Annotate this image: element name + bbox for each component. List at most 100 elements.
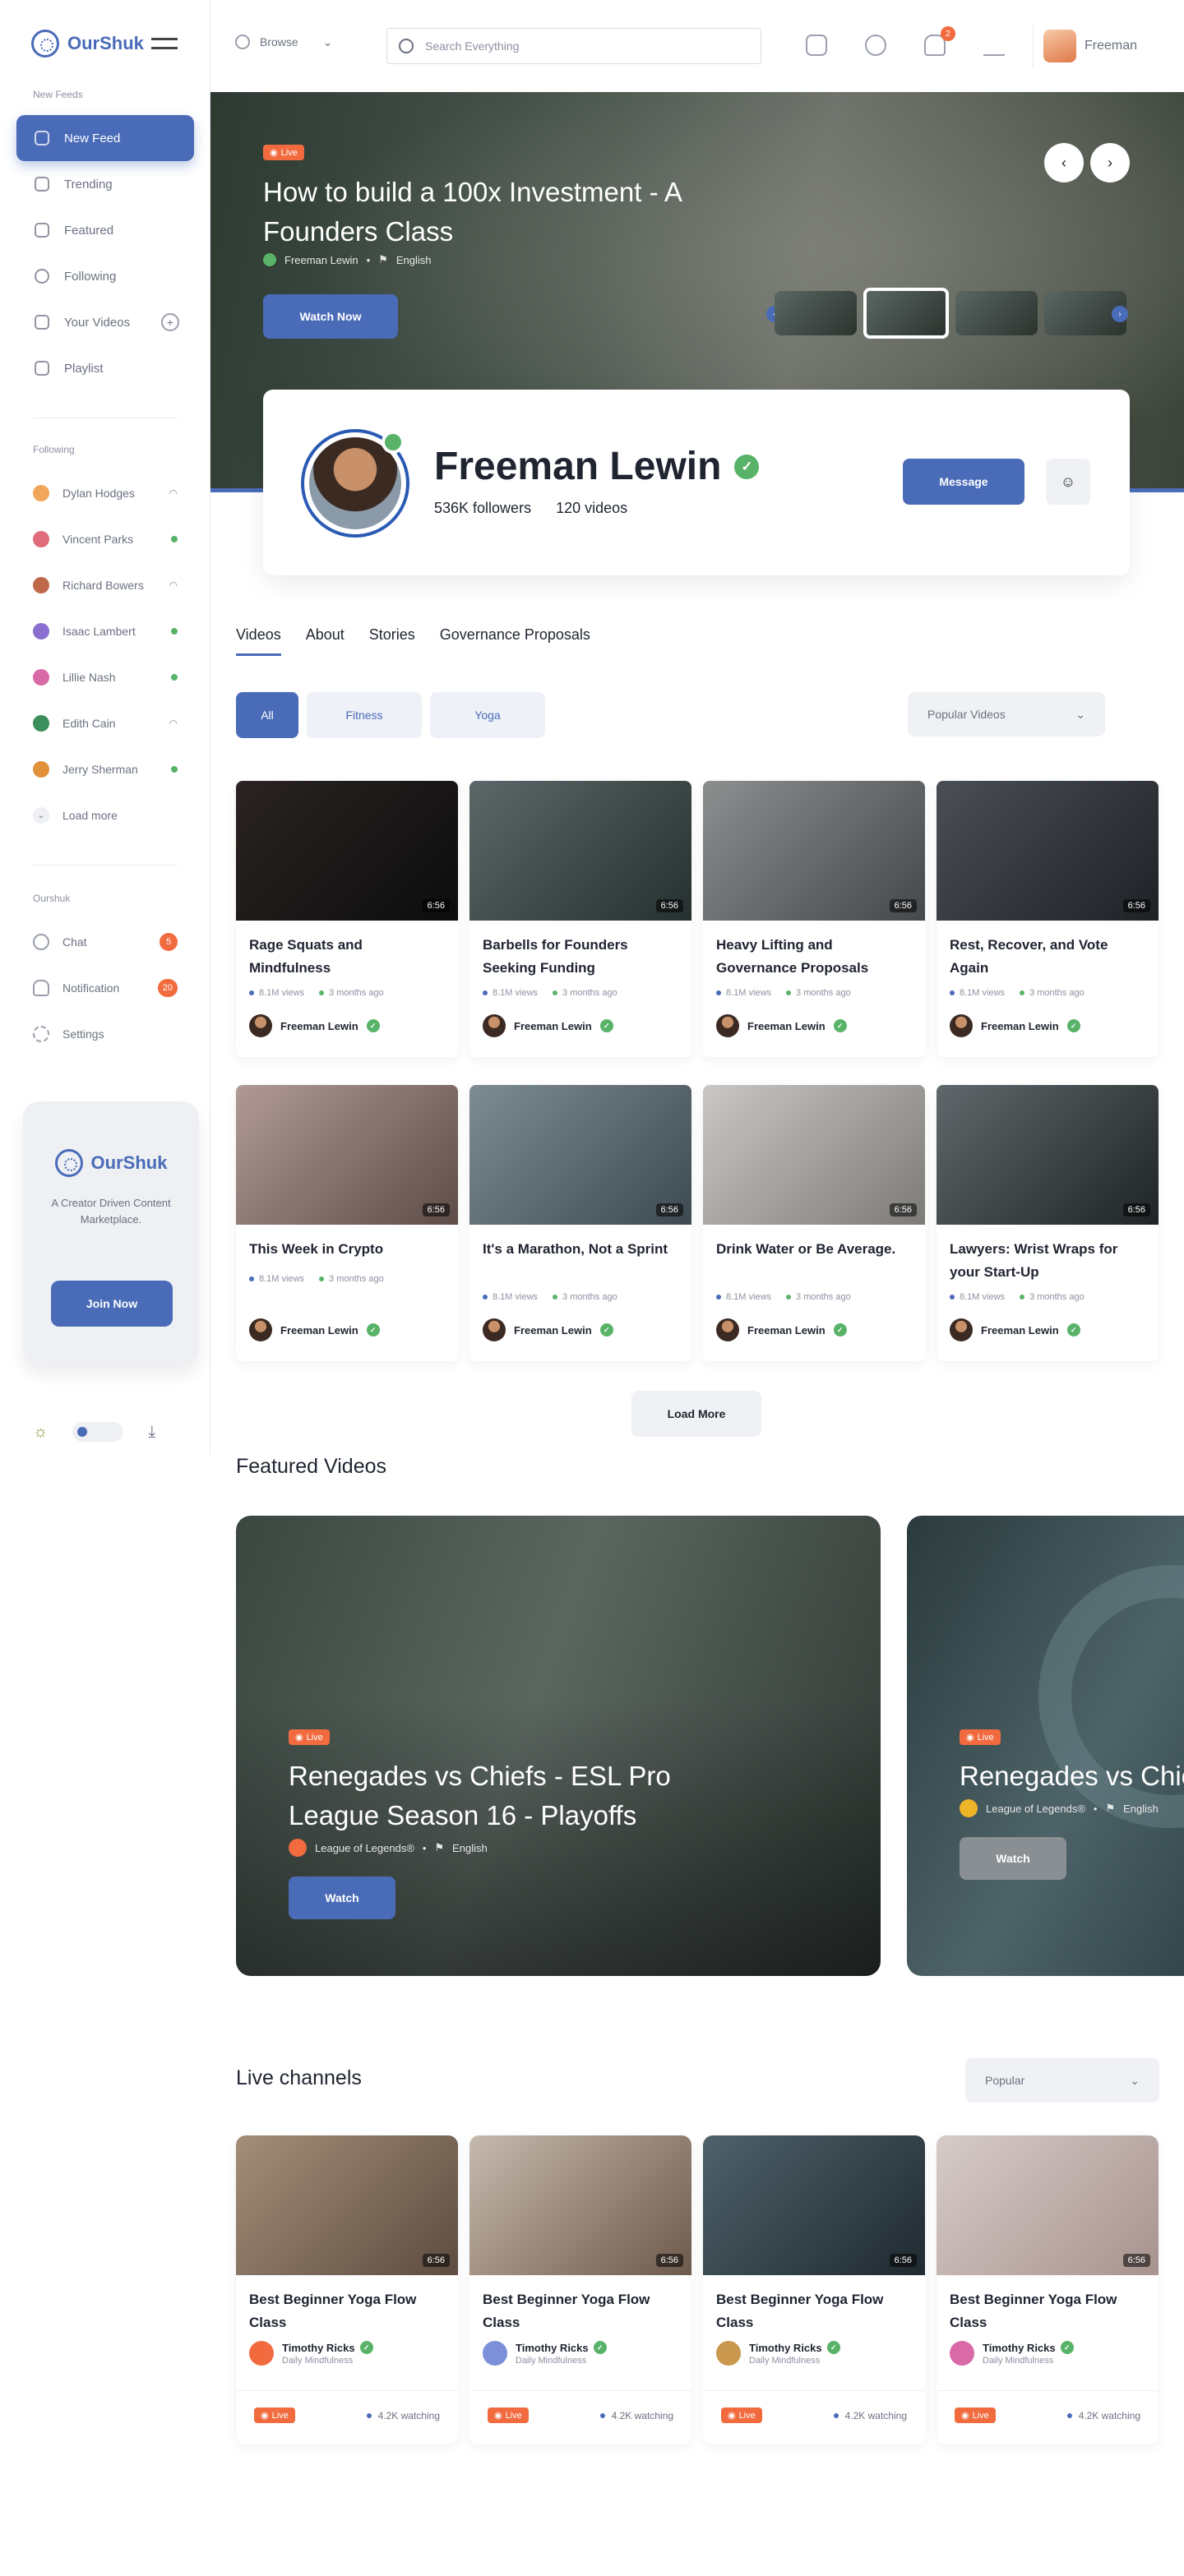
live-card[interactable]: 6:56 Best Beginner Yoga Flow Class Timothy… <box>937 2135 1159 2444</box>
live-thumbnail[interactable]: 6:56 <box>937 2135 1159 2275</box>
video-title[interactable]: Barbells for Founders Seeking Funding <box>483 934 678 980</box>
live-title[interactable]: Best Beginner Yoga Flow Class <box>716 2288 912 2334</box>
sidebar-item-playlist[interactable]: Playlist <box>16 345 194 391</box>
live-thumbnail[interactable]: 6:56 <box>703 2135 925 2275</box>
search-input[interactable]: Search Everything <box>386 28 761 64</box>
following-item[interactable]: Lillie Nash <box>33 661 178 694</box>
chip-all[interactable]: All <box>236 692 298 738</box>
user-menu[interactable]: Freeman <box>1033 25 1137 67</box>
menu-icon[interactable] <box>151 38 178 49</box>
video-title[interactable]: Drink Water or Be Average. <box>716 1238 912 1261</box>
video-thumbnail[interactable]: 6:56 <box>236 781 458 921</box>
load-more-following[interactable]: ⌄ Load more <box>33 799 178 832</box>
prev-arrow-icon[interactable]: ‹ <box>1044 143 1084 182</box>
video-thumbnail[interactable]: 6:56 <box>703 781 925 921</box>
video-thumbnail[interactable]: 6:56 <box>469 1085 691 1225</box>
sidebar-item-notification[interactable]: Notification 20 <box>33 972 178 1004</box>
video-card[interactable]: 6:56 This Week in Crypto 8.1M views 3 month… <box>236 1085 458 1361</box>
following-item[interactable]: Jerry Sherman <box>33 753 178 786</box>
channel-link[interactable]: Freeman Lewin ✓ <box>950 1318 1080 1341</box>
live-title[interactable]: Best Beginner Yoga Flow Class <box>249 2288 445 2334</box>
browse-dropdown[interactable]: Browse ⌄ <box>235 35 332 49</box>
next-arrow-icon[interactable]: › <box>1090 143 1130 182</box>
video-card[interactable]: 6:56 Barbells for Founders Seeking Fundin… <box>469 781 691 1057</box>
live-sort-dropdown[interactable]: Popular ⌄ <box>965 2058 1159 2103</box>
video-thumbnail[interactable]: 6:56 <box>236 1085 458 1225</box>
video-title[interactable]: It's a Marathon, Not a Sprint <box>483 1238 678 1261</box>
brand-logo[interactable]: OurShuk <box>31 30 144 58</box>
following-item[interactable]: Dylan Hodges ◠ <box>33 477 178 510</box>
tab-stories[interactable]: Stories <box>369 626 415 656</box>
featured-card[interactable]: ◉Live Renegades vs Chiefs - ESL Pro Leag… <box>236 1516 881 1976</box>
thumb-next-icon[interactable]: › <box>1112 306 1128 322</box>
sidebar-item-following[interactable]: Following <box>16 253 194 299</box>
video-card[interactable]: 6:56 Rest, Recover, and Vote Again 8.1M vi… <box>937 781 1159 1057</box>
channel-link[interactable]: Freeman Lewin ✓ <box>950 1014 1080 1037</box>
video-thumbnail[interactable]: 6:56 <box>469 781 691 921</box>
live-title[interactable]: Best Beginner Yoga Flow Class <box>483 2288 678 2334</box>
chat-icon[interactable] <box>865 35 886 56</box>
load-more-button[interactable]: Load More <box>631 1391 761 1437</box>
sidebar-item-new-feed[interactable]: New Feed <box>16 115 194 161</box>
channel-link[interactable]: Freeman Lewin ✓ <box>483 1318 613 1341</box>
channel-link[interactable]: Freeman Lewin ✓ <box>249 1014 380 1037</box>
theme-toggle[interactable] <box>72 1422 124 1442</box>
video-card[interactable]: 6:56 Drink Water or Be Average. 8.1M views… <box>703 1085 925 1361</box>
add-user-button[interactable]: ☺ <box>1046 459 1090 505</box>
following-item[interactable]: Richard Bowers ◠ <box>33 569 178 602</box>
sun-icon[interactable]: ☼ <box>33 1423 48 1442</box>
channel-link[interactable]: Freeman Lewin ✓ <box>716 1318 847 1341</box>
live-card[interactable]: 6:56 Best Beginner Yoga Flow Class Timothy… <box>703 2135 925 2444</box>
video-thumbnail[interactable]: 6:56 <box>937 781 1159 921</box>
hero-thumbnail[interactable] <box>955 291 1038 335</box>
video-thumbnail[interactable]: 6:56 <box>703 1085 925 1225</box>
sidebar-item-chat[interactable]: Chat 5 <box>33 926 178 958</box>
sidebar-item-your-videos[interactable]: Your Videos + <box>16 299 194 345</box>
live-card[interactable]: 6:56 Best Beginner Yoga Flow Class Timothy… <box>469 2135 691 2444</box>
following-item[interactable]: Vincent Parks <box>33 523 178 556</box>
chip-yoga[interactable]: Yoga <box>430 692 545 738</box>
watch-button[interactable]: Watch <box>289 1877 395 1919</box>
channel-link[interactable]: Timothy Ricks ✓ Daily Mindfulness <box>950 2341 1074 2366</box>
live-title[interactable]: Best Beginner Yoga Flow Class <box>950 2288 1145 2334</box>
tab-about[interactable]: About <box>306 626 345 656</box>
channel-link[interactable]: Timothy Ricks ✓ Daily Mindfulness <box>483 2341 607 2366</box>
download-icon[interactable]: ⤓ <box>148 1423 155 1442</box>
video-thumbnail[interactable]: 6:56 <box>937 1085 1159 1225</box>
channel-link[interactable]: Freeman Lewin ✓ <box>249 1318 380 1341</box>
video-title[interactable]: Lawyers: Wrist Wraps for your Start-Up <box>950 1238 1145 1284</box>
sort-videos-dropdown[interactable]: Popular Videos ⌄ <box>908 692 1105 736</box>
add-video-icon[interactable]: + <box>161 313 179 331</box>
hero-thumbnail[interactable] <box>775 291 857 335</box>
sidebar-item-trending[interactable]: Trending <box>16 161 194 207</box>
video-card[interactable]: 6:56 Rage Squats and Mindfulness 8.1M view… <box>236 781 458 1057</box>
sidebar-item-settings[interactable]: Settings <box>33 1018 178 1050</box>
watch-now-button[interactable]: Watch Now <box>263 294 398 339</box>
channel-link[interactable]: Freeman Lewin ✓ <box>716 1014 847 1037</box>
video-card[interactable]: 6:56 Heavy Lifting and Governance Proposa… <box>703 781 925 1057</box>
following-item[interactable]: Isaac Lambert <box>33 615 178 648</box>
hero-thumbnail-selected[interactable] <box>863 288 949 339</box>
following-item[interactable]: Edith Cain ◠ <box>33 707 178 740</box>
download-icon[interactable] <box>983 35 1005 56</box>
channel-link[interactable]: Timothy Ricks ✓ Daily Mindfulness <box>249 2341 373 2366</box>
message-button[interactable]: Message <box>903 459 1024 505</box>
video-title[interactable]: Heavy Lifting and Governance Proposals <box>716 934 912 980</box>
watch-button[interactable]: Watch <box>960 1837 1066 1880</box>
video-card[interactable]: 6:56 Lawyers: Wrist Wraps for your Start-… <box>937 1085 1159 1361</box>
tab-governance-proposals[interactable]: Governance Proposals <box>440 626 590 656</box>
live-thumbnail[interactable]: 6:56 <box>236 2135 458 2275</box>
video-title[interactable]: Rest, Recover, and Vote Again <box>950 934 1145 980</box>
chip-fitness[interactable]: Fitness <box>307 692 422 738</box>
video-card[interactable]: 6:56 It's a Marathon, Not a Sprint 8.1M vi… <box>469 1085 691 1361</box>
video-title[interactable]: Rage Squats and Mindfulness <box>249 934 445 980</box>
sidebar-item-featured[interactable]: Featured <box>16 207 194 253</box>
channel-link[interactable]: Freeman Lewin ✓ <box>483 1014 613 1037</box>
featured-card[interactable]: ◉Live Renegades vs Chiefs - ESL Pro Leag… <box>907 1516 1184 1976</box>
channel-link[interactable]: Timothy Ricks ✓ Daily Mindfulness <box>716 2341 840 2366</box>
live-card[interactable]: 6:56 Best Beginner Yoga Flow Class Timothy… <box>236 2135 458 2444</box>
video-title[interactable]: This Week in Crypto <box>249 1238 445 1261</box>
tab-videos[interactable]: Videos <box>236 626 281 656</box>
join-now-button[interactable]: Join Now <box>51 1281 173 1327</box>
add-icon[interactable] <box>806 35 827 56</box>
